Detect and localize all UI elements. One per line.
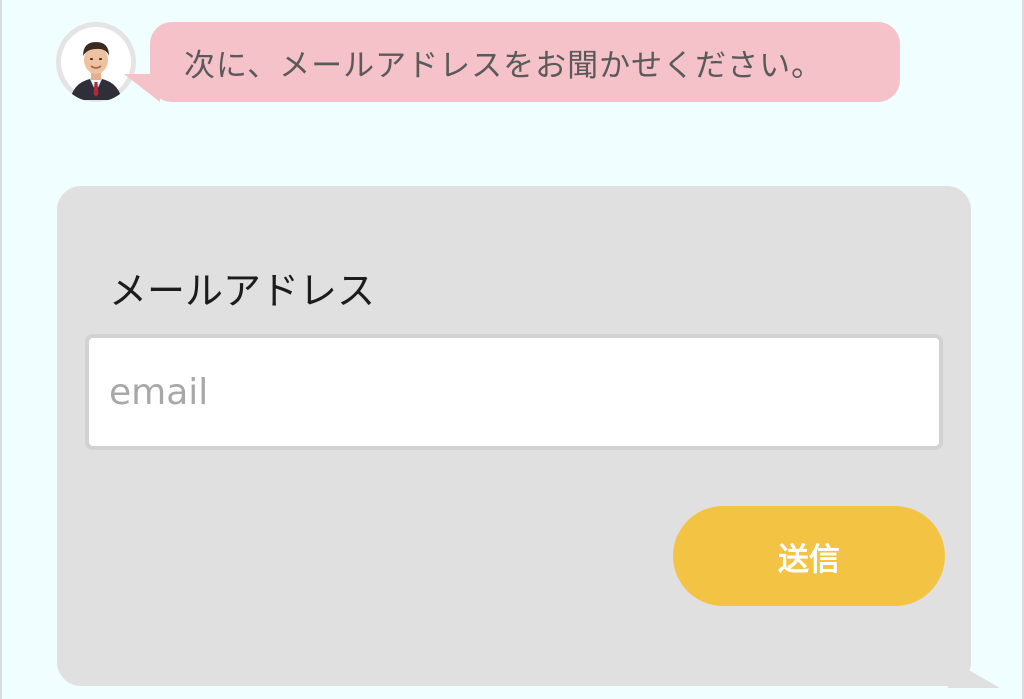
email-input[interactable] (85, 334, 943, 450)
email-form-card: メールアドレス 送信 (57, 186, 971, 686)
chat-window: 次に、メールアドレスをお聞かせください。 メールアドレス 送信 (0, 0, 1024, 699)
bot-message-text: 次に、メールアドレスをお聞かせください。 (184, 47, 824, 84)
bot-message-bubble: 次に、メールアドレスをお聞かせください。 (150, 22, 900, 102)
email-field-label: メールアドレス (109, 269, 376, 313)
submit-button[interactable]: 送信 (673, 506, 945, 606)
